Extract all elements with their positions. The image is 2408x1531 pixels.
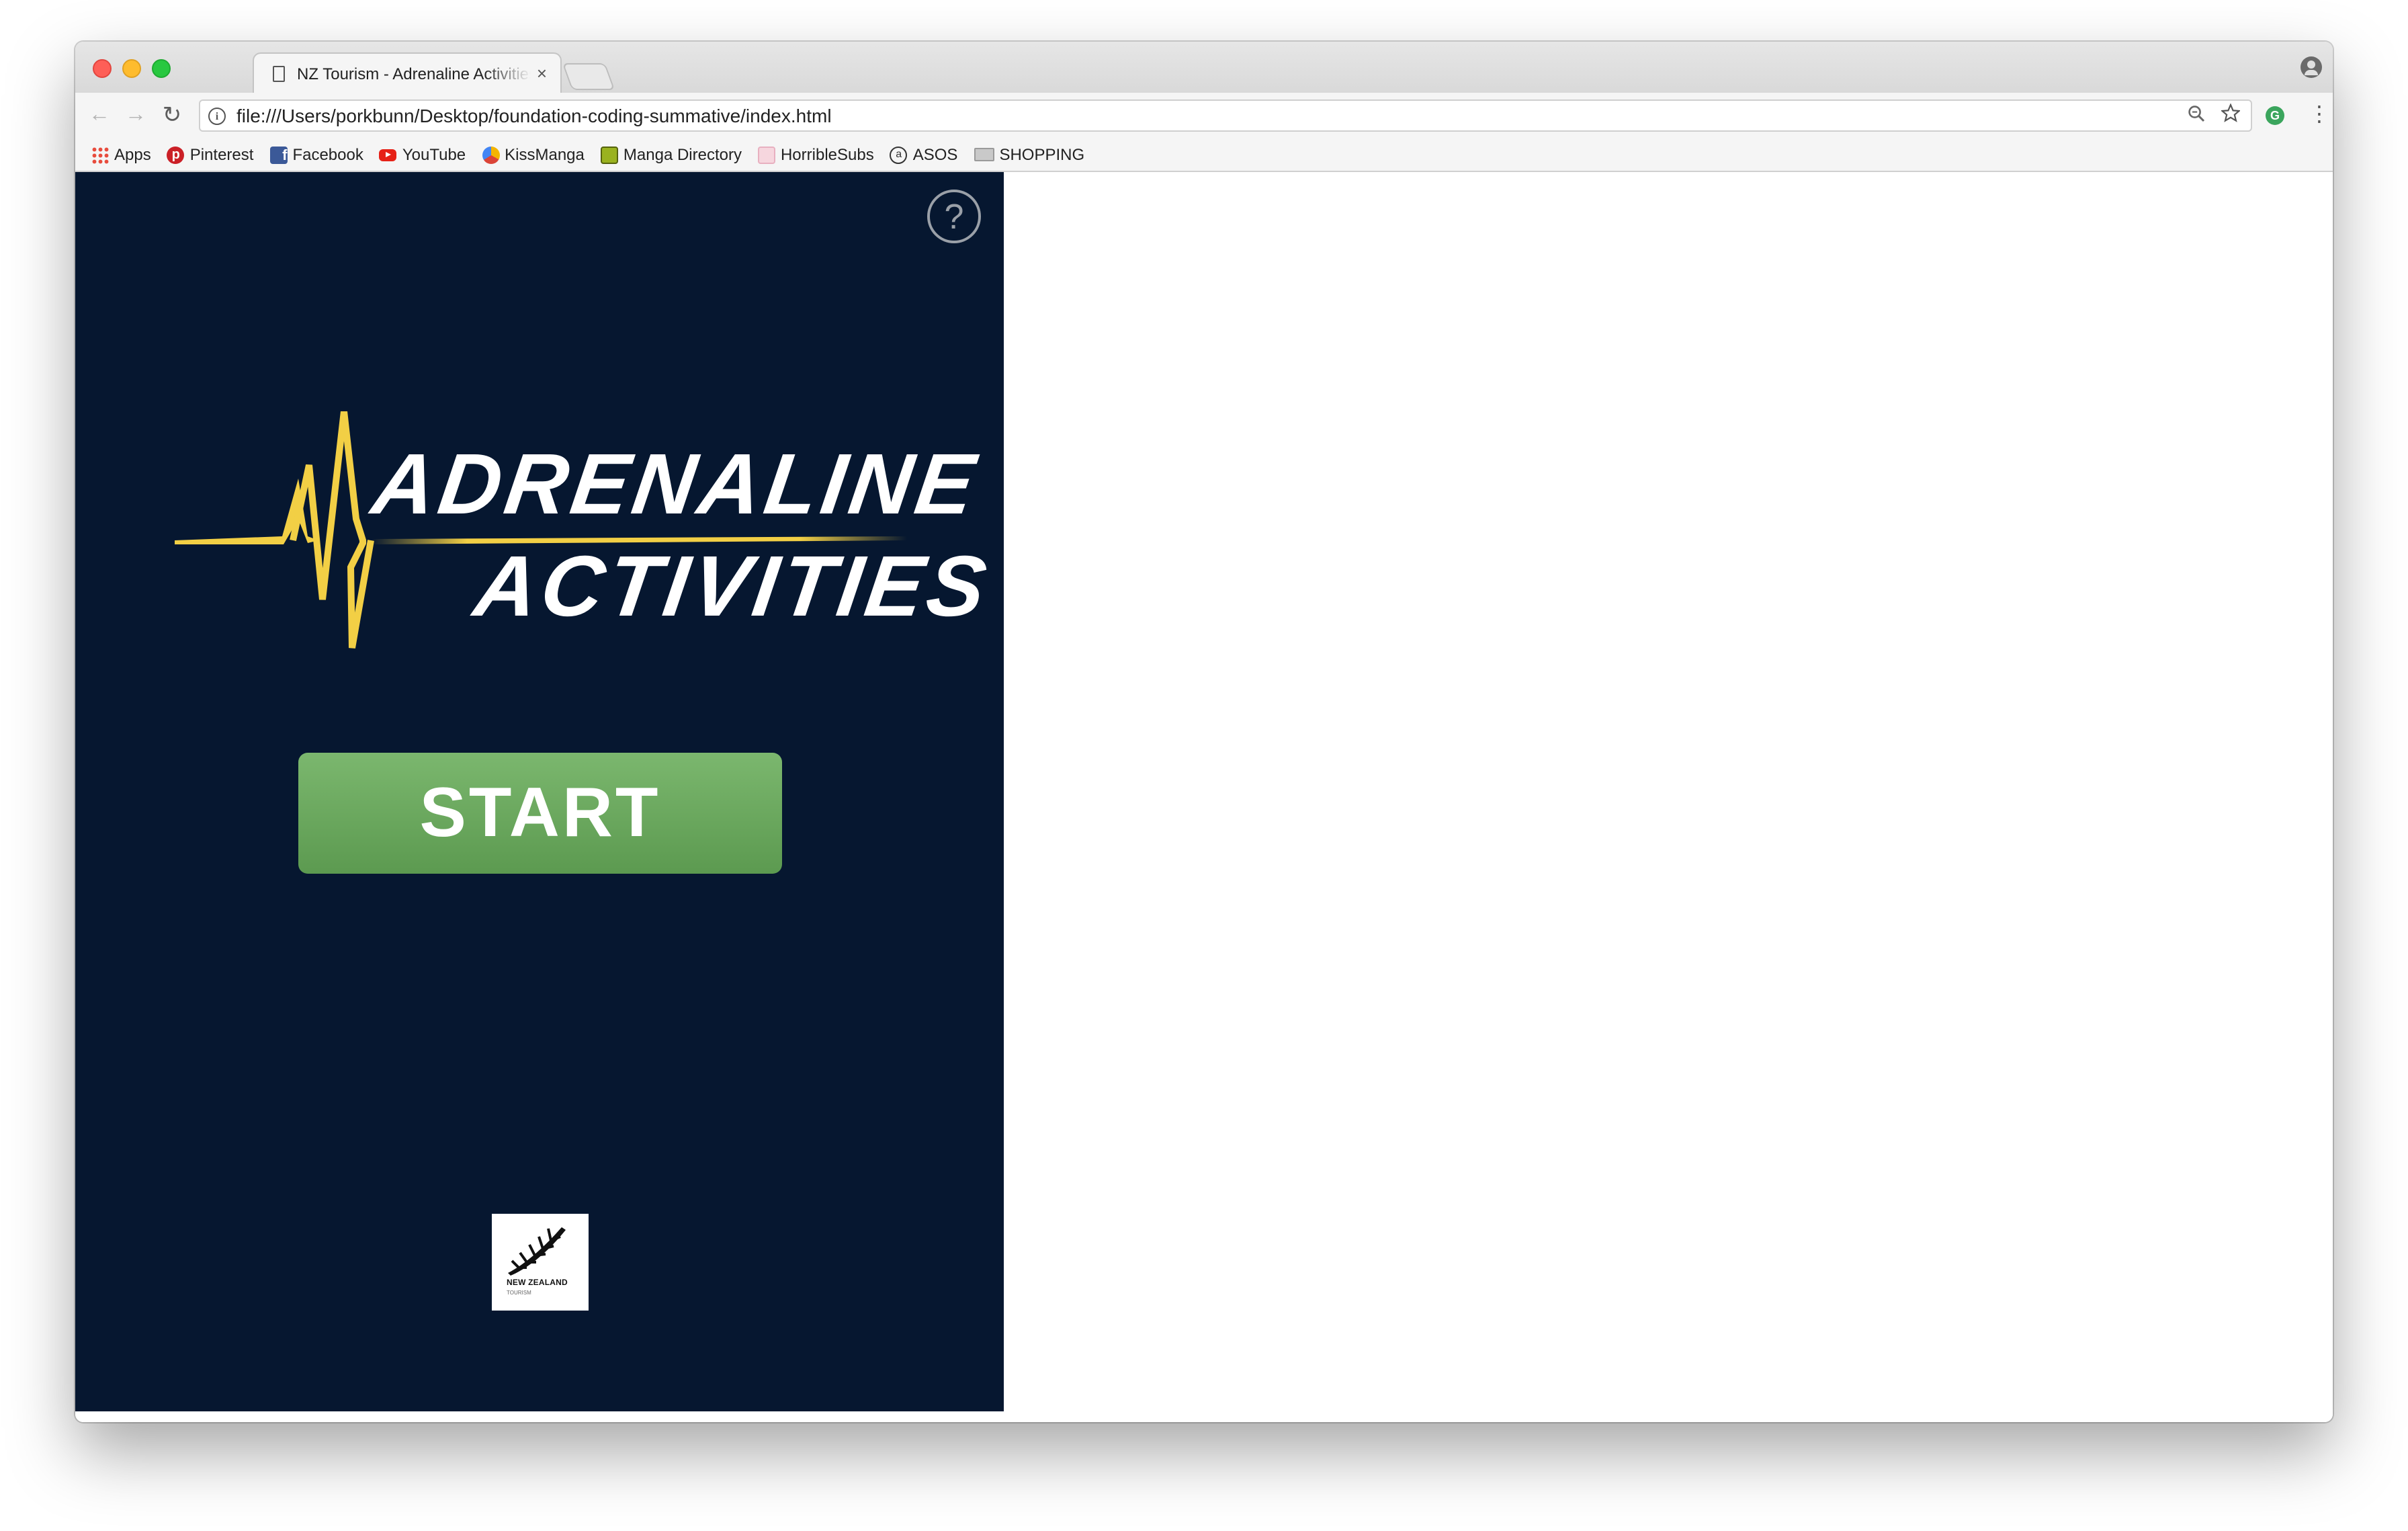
app-panel: ? ADRENALINE ACTIVITIES START NEW ZEALAN… [75,172,1004,1411]
start-button[interactable]: START [298,753,782,874]
new-tab-button[interactable] [562,63,615,90]
kissmanga-icon [482,146,500,163]
logo-line-2: ACTIVITIES [468,538,996,634]
profile-icon[interactable] [2300,56,2322,78]
tab-active[interactable]: NZ Tourism - Adrenaline Activities × [253,52,562,93]
bookmark-folder-shopping[interactable]: SHOPPING [974,145,1084,164]
close-window-button[interactable] [93,59,112,78]
bookmark-label: KissManga [505,145,585,164]
bookmark-label: Facebook [292,145,363,164]
bookmark-manga-directory[interactable]: Manga Directory [600,145,742,164]
toolbar: ← → ↻ i file:///Users/porkbunn/Desktop/f… [75,93,2333,138]
window-controls [93,59,171,78]
bookmarks-bar: Apps p Pinterest f Facebook YouTube Kiss… [75,138,2333,172]
page-content: ? ADRENALINE ACTIVITIES START NEW ZEALAN… [75,172,2333,1422]
bookmark-youtube[interactable]: YouTube [379,145,466,164]
bookmark-pinterest[interactable]: p Pinterest [167,145,254,164]
browser-window: NZ Tourism - Adrenaline Activities × ← →… [75,42,2333,1422]
grammarly-extension-icon[interactable]: G [2266,106,2284,125]
asos-icon: a [890,146,908,163]
back-button[interactable]: ← [87,104,112,128]
bookmark-star-icon[interactable] [2219,103,2243,128]
youtube-icon [379,149,397,161]
folder-icon [974,148,994,161]
minimize-window-button[interactable] [122,59,141,78]
partner-logo-text: NEW ZEALAND [507,1280,568,1288]
tab-strip: NZ Tourism - Adrenaline Activities × [75,42,2333,94]
zoom-icon[interactable] [2184,104,2208,128]
url-text[interactable]: file:///Users/porkbunn/Desktop/foundatio… [236,105,2184,126]
apps-grid-icon [91,146,109,163]
partner-logo-subtext: TOURISM [507,1289,531,1296]
horriblesubs-icon [757,146,775,163]
tab-title: NZ Tourism - Adrenaline Activities [297,64,531,83]
adrenaline-activities-logo: ADRENALINE ACTIVITIES [175,411,996,667]
bookmark-label: HorribleSubs [780,145,874,164]
pinterest-icon: p [167,146,185,163]
bookmark-apps[interactable]: Apps [91,145,151,164]
screen: NZ Tourism - Adrenaline Activities × ← →… [0,0,2408,1531]
logo-line-1: ADRENALINE [366,436,985,532]
reload-button[interactable]: ↻ [160,103,184,128]
maximize-window-button[interactable] [152,59,171,78]
bookmark-label: Manga Directory [623,145,742,164]
bookmark-asos[interactable]: a ASOS [890,145,958,164]
new-zealand-tourism-logo: NEW ZEALAND TOURISM [492,1214,589,1311]
facebook-icon: f [269,146,288,163]
help-button[interactable]: ? [927,190,981,243]
manga-directory-icon [600,146,618,163]
bookmark-label: ASOS [912,145,958,164]
silver-fern-icon [508,1227,566,1276]
site-info-icon[interactable]: i [208,107,226,124]
bookmark-facebook[interactable]: f Facebook [269,145,363,164]
bookmark-label: Pinterest [189,145,254,164]
document-icon [273,65,285,81]
address-bar[interactable]: i file:///Users/porkbunn/Desktop/foundat… [199,99,2252,132]
forward-button[interactable]: → [124,104,148,128]
tab-close-icon[interactable]: × [537,63,547,83]
bookmark-label: YouTube [402,145,466,164]
bookmark-label: Apps [114,145,151,164]
bookmark-kissmanga[interactable]: KissManga [482,145,585,164]
bookmark-horriblesubs[interactable]: HorribleSubs [757,145,874,164]
menu-icon[interactable]: ⋮ [2309,104,2330,128]
bookmark-label: SHOPPING [999,145,1085,164]
